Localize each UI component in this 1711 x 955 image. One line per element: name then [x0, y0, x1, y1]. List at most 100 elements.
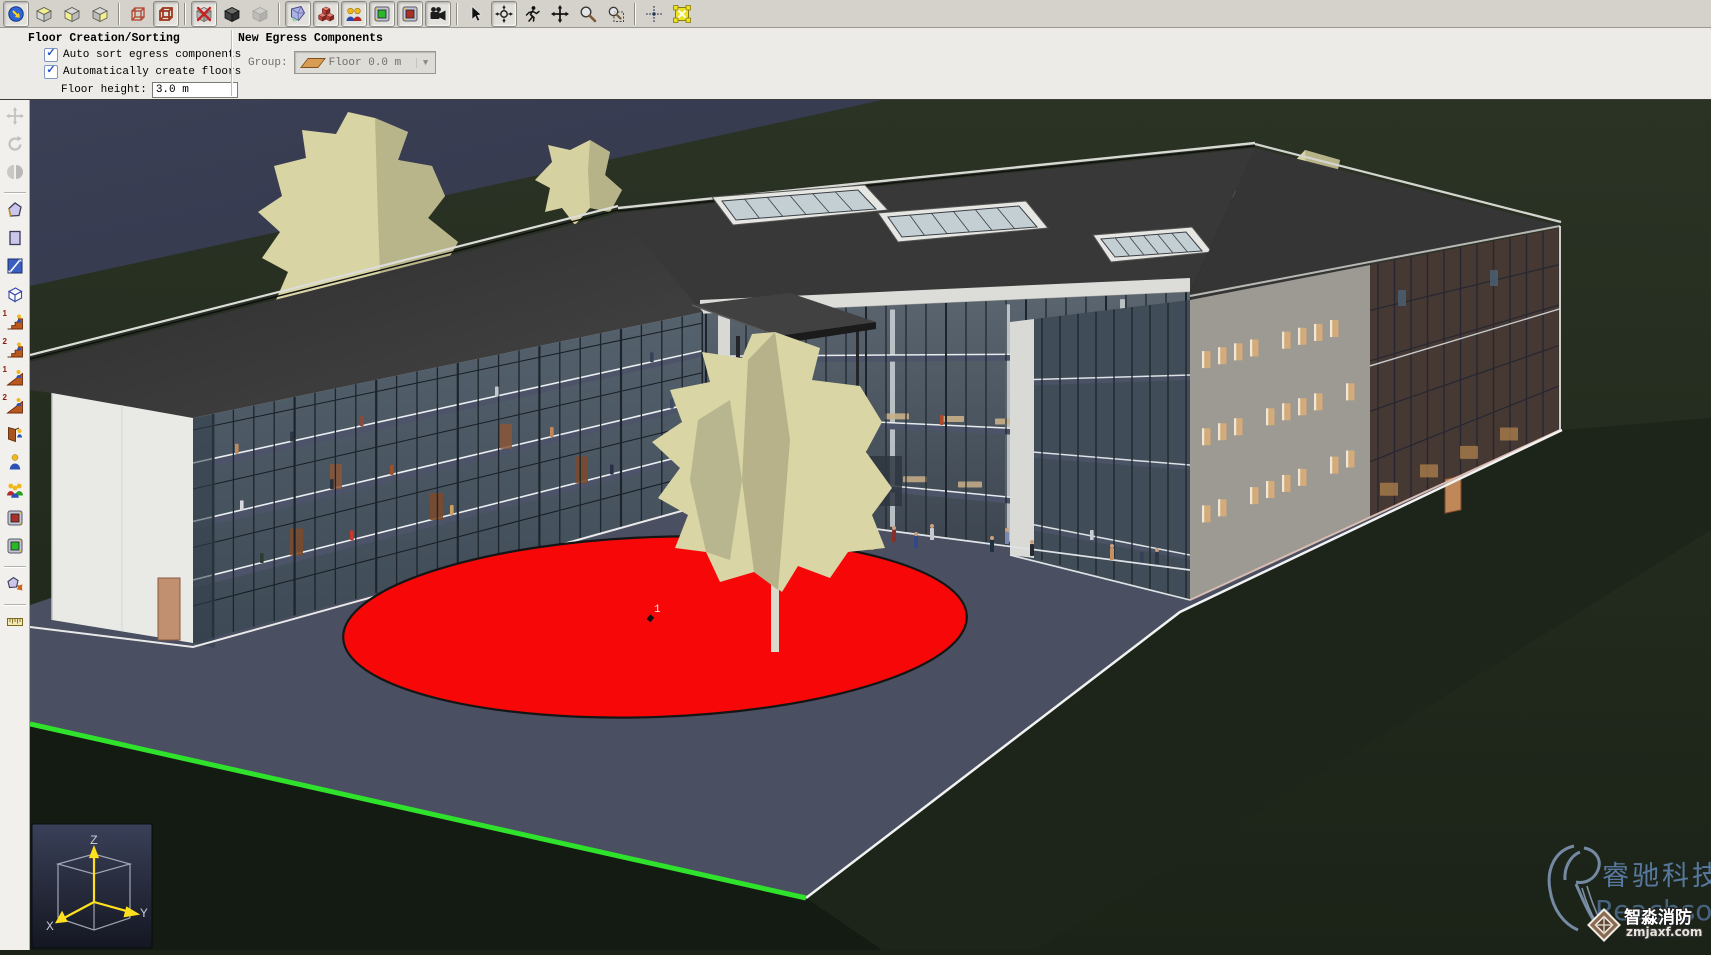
toolbar-separator: [278, 3, 280, 25]
tool-sidebar: 1 2 1 2: [0, 100, 30, 950]
panel-separator: [231, 30, 233, 96]
zoom-box-tool-icon: [607, 5, 625, 23]
show-doors-button[interactable]: [397, 1, 423, 27]
viewport-3d[interactable]: 1 Z Y X: [30, 100, 1711, 950]
zoom-tool-icon: [579, 5, 597, 23]
floor-creation-panel: Floor Creation/Sorting ✓ Auto sort egres…: [28, 32, 241, 98]
navigate-orb-button[interactable]: [3, 1, 29, 27]
pan-tool-icon: [551, 5, 569, 23]
group-dropdown[interactable]: Floor 0.0 m ▼: [294, 51, 436, 74]
sidebar-separator: [4, 192, 26, 194]
cube-select-corner-button[interactable]: [87, 1, 113, 27]
doorway-occupant-button[interactable]: [2, 423, 28, 449]
zoom-box-tool-button[interactable]: [603, 1, 629, 27]
show-obstructions-icon: [317, 5, 335, 23]
transform-shape-button[interactable]: [2, 573, 28, 599]
add-exit-red-button[interactable]: [2, 507, 28, 533]
cube-select-top-icon: [35, 5, 53, 23]
stairs-one-point-button[interactable]: 1: [2, 311, 28, 337]
draw-polygon-room-button[interactable]: [2, 199, 28, 225]
stairs-two-point-icon: [6, 341, 24, 364]
stairs-one-point-icon: [6, 313, 24, 336]
auto-create-row: ✓ Automatically create floors: [44, 65, 241, 79]
ramp-two-point-badge: 2: [3, 393, 7, 402]
toolbar-separator: [184, 3, 186, 25]
draw-box-icon: [6, 285, 24, 308]
group-row: Group: Floor 0.0 m ▼: [248, 51, 436, 74]
hide-cube-icon: [195, 5, 213, 23]
main-toolbar: [0, 0, 1711, 28]
orbit-tool-button[interactable]: [491, 1, 517, 27]
axis-y-label: Y: [140, 906, 148, 921]
stairs-one-point-badge: 1: [3, 309, 7, 318]
wireframe-cube-icon: [129, 5, 147, 23]
auto-create-label: Automatically create floors: [63, 66, 241, 78]
measure-tool-button[interactable]: [2, 611, 28, 637]
sidebar-separator: [4, 604, 26, 606]
rotate-object-icon: [6, 135, 24, 158]
axis-x-label: X: [46, 919, 54, 934]
rotate-object-button[interactable]: [2, 133, 28, 159]
egress-components-panel: New Egress Components Group: Floor 0.0 m…: [238, 32, 436, 74]
show-cameras-icon: [429, 5, 447, 23]
move-object-button[interactable]: [2, 105, 28, 131]
add-exit-red-icon: [6, 509, 24, 532]
reset-view-button[interactable]: [669, 1, 695, 27]
shade-cube-dark-icon: [223, 5, 241, 23]
shade-cube-light-icon: [251, 5, 269, 23]
ramp-two-point-button[interactable]: 2: [2, 395, 28, 421]
show-cameras-button[interactable]: [425, 1, 451, 27]
group-dropdown-value: Floor 0.0 m: [329, 57, 416, 69]
show-glass-icon: [289, 5, 307, 23]
add-occupant-group-button[interactable]: [2, 479, 28, 505]
add-occupant-button[interactable]: [2, 451, 28, 477]
floor-height-input[interactable]: [152, 82, 238, 98]
reset-view-icon: [673, 5, 691, 23]
hide-cube-button[interactable]: [191, 1, 217, 27]
chevron-down-icon: ▼: [416, 58, 435, 68]
cube-select-face-icon: [63, 5, 81, 23]
move-object-icon: [6, 107, 24, 130]
floor-icon: [300, 58, 326, 68]
ramp-one-point-button[interactable]: 1: [2, 367, 28, 393]
edit-slice-button[interactable]: [2, 255, 28, 281]
auto-create-checkbox[interactable]: ✓: [44, 65, 58, 79]
shade-cube-light-button[interactable]: [247, 1, 273, 27]
wireframe-cube-active-button[interactable]: [153, 1, 179, 27]
orientation-cube[interactable]: Z Y X: [32, 824, 152, 948]
split-object-icon: [6, 163, 24, 186]
wireframe-cube-button[interactable]: [125, 1, 151, 27]
pan-tool-button[interactable]: [547, 1, 573, 27]
cube-select-top-button[interactable]: [31, 1, 57, 27]
split-object-button[interactable]: [2, 161, 28, 187]
add-exit-green-button[interactable]: [2, 535, 28, 561]
draw-box-button[interactable]: [2, 283, 28, 309]
options-panel-strip: Floor Creation/Sorting ✓ Auto sort egres…: [0, 28, 1711, 100]
auto-sort-row: ✓ Auto sort egress components: [44, 48, 241, 62]
toolbar-separator: [634, 3, 636, 25]
select-tool-button[interactable]: [463, 1, 489, 27]
auto-sort-checkbox[interactable]: ✓: [44, 48, 58, 62]
stairs-two-point-badge: 2: [3, 337, 7, 346]
show-glass-button[interactable]: [285, 1, 311, 27]
doorway-occupant-icon: [6, 425, 24, 448]
show-exit-doors-button[interactable]: [369, 1, 395, 27]
walk-tool-button[interactable]: [519, 1, 545, 27]
cube-select-face-button[interactable]: [59, 1, 85, 27]
measure-tool-icon: [6, 613, 24, 636]
zoom-tool-button[interactable]: [575, 1, 601, 27]
wireframe-cube-active-icon: [157, 5, 175, 23]
show-occupants-button[interactable]: [341, 1, 367, 27]
stairs-two-point-button[interactable]: 2: [2, 339, 28, 365]
cube-select-corner-icon: [91, 5, 109, 23]
ramp-one-point-badge: 1: [3, 365, 7, 374]
snap-point-tool-icon: [645, 5, 663, 23]
add-occupant-group-icon: [6, 481, 24, 504]
draw-rectangle-room-button[interactable]: [2, 227, 28, 253]
shade-cube-dark-button[interactable]: [219, 1, 245, 27]
show-obstructions-button[interactable]: [313, 1, 339, 27]
toolbar-separator: [118, 3, 120, 25]
snap-point-tool-button[interactable]: [641, 1, 667, 27]
show-occupants-icon: [345, 5, 363, 23]
toolbar-separator: [456, 3, 458, 25]
